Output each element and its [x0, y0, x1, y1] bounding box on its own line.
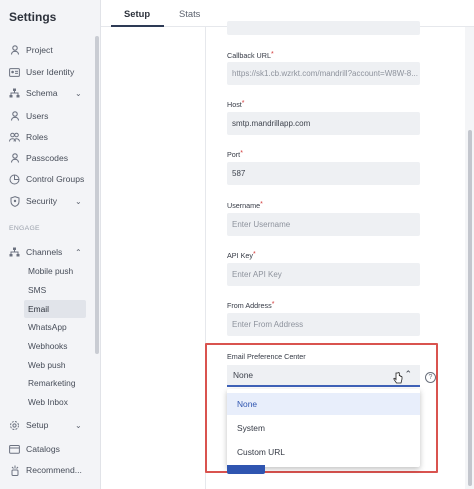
tab-stats[interactable]: Stats — [179, 8, 200, 19]
sidebar-title: Settings — [9, 10, 57, 24]
sidebar-item-catalogs[interactable]: Catalogs — [9, 440, 60, 458]
sidebar-item-label: Setup — [26, 420, 49, 430]
sidebar-subitem-whatsapp[interactable]: WhatsApp — [24, 318, 86, 336]
callback-url-field[interactable]: https://sk1.cb.wzrkt.com/mandrill?accoun… — [227, 62, 420, 85]
setup-icon — [9, 420, 20, 431]
pref-center-label: Email Preference Center — [227, 352, 306, 361]
dropdown-option-system[interactable]: System — [227, 417, 420, 439]
pref-center-selected-value: None — [233, 370, 254, 380]
sidebar-item-label: Channels — [26, 247, 63, 257]
sidebar-item-control-groups[interactable]: Control Groups — [9, 170, 84, 188]
passcodes-icon — [9, 153, 20, 164]
port-label: Port* — [227, 150, 243, 159]
sidebar-subitem-remarketing[interactable]: Remarketing — [24, 374, 86, 392]
sidebar-item-project[interactable]: Project — [9, 41, 53, 59]
save-button[interactable] — [227, 465, 265, 474]
dropdown-option-none[interactable]: None — [227, 393, 420, 415]
main-content: Callback URL* https://sk1.cb.wzrkt.com/m… — [101, 21, 474, 489]
page-scrollbar-thumb[interactable] — [468, 130, 472, 486]
sidebar-item-label: User Identity — [26, 67, 75, 77]
catalogs-icon — [9, 444, 20, 455]
sidebar-item-label: Security — [26, 196, 58, 206]
sidebar-item-passcodes[interactable]: Passcodes — [9, 149, 68, 167]
pref-center-select[interactable]: None ⌃ — [227, 365, 420, 387]
from-address-label: From Address* — [227, 301, 275, 310]
roles-icon — [9, 132, 20, 143]
port-field[interactable]: 587 — [227, 162, 420, 185]
sidebar-item-label: Recommend... — [26, 465, 82, 475]
chevron-down-icon: ⌄ — [75, 88, 82, 98]
channels-icon — [9, 247, 20, 258]
sidebar-item-label: Passcodes — [26, 153, 69, 163]
previous-field[interactable] — [227, 21, 420, 35]
sidebar: Settings Project User Identity Schema ⌄ … — [0, 0, 101, 489]
sidebar-item-label: Project — [26, 45, 53, 55]
tab-setup[interactable]: Setup — [124, 8, 150, 19]
host-field[interactable]: smtp.mandrillapp.com — [227, 112, 420, 135]
sidebar-item-label: Catalogs — [26, 444, 60, 454]
from-address-input[interactable]: Enter From Address — [227, 313, 420, 336]
sidebar-scrollbar[interactable] — [95, 36, 99, 354]
sidebar-item-channels[interactable]: Channels ⌃ — [9, 243, 82, 261]
sidebar-subitem-sms[interactable]: SMS — [24, 281, 86, 299]
chevron-up-icon: ⌃ — [404, 369, 412, 379]
sidebar-subitem-mobile-push[interactable]: Mobile push — [24, 262, 86, 280]
sidebar-item-label: Roles — [26, 132, 48, 142]
sidebar-section-engage: ENGAGE — [9, 225, 40, 232]
project-icon — [9, 45, 20, 56]
chevron-up-icon: ⌃ — [75, 247, 82, 257]
sidebar-item-recommendations[interactable]: Recommend... — [9, 461, 82, 479]
help-icon[interactable]: ? — [425, 372, 436, 383]
sidebar-item-users[interactable]: Users — [9, 107, 48, 125]
dropdown-option-custom-url[interactable]: Custom URL — [227, 441, 420, 463]
username-input[interactable]: Enter Username — [227, 213, 420, 236]
username-label: Username* — [227, 201, 263, 210]
sidebar-subitem-web-push[interactable]: Web push — [24, 356, 86, 374]
control-groups-icon — [9, 174, 20, 185]
sidebar-item-security[interactable]: Security ⌄ — [9, 192, 82, 210]
users-icon — [9, 111, 20, 122]
api-key-label: API Key* — [227, 251, 256, 260]
callback-url-label: Callback URL* — [227, 51, 274, 60]
chevron-down-icon: ⌄ — [75, 420, 82, 430]
sidebar-item-schema[interactable]: Schema ⌄ — [9, 84, 82, 102]
chevron-down-icon: ⌄ — [75, 196, 82, 206]
host-label: Host* — [227, 100, 245, 109]
sidebar-item-label: Schema — [26, 88, 58, 98]
api-key-input[interactable]: Enter API Key — [227, 263, 420, 286]
sidebar-subitem-webhooks[interactable]: Webhooks — [24, 337, 86, 355]
security-icon — [9, 195, 20, 207]
sidebar-item-roles[interactable]: Roles — [9, 128, 48, 146]
recommend-icon — [9, 465, 20, 476]
pref-center-dropdown: None System Custom URL — [227, 389, 420, 467]
hand-cursor-icon — [393, 372, 403, 384]
user-identity-icon — [9, 67, 20, 78]
sidebar-item-label: Control Groups — [26, 174, 85, 184]
sidebar-subitem-email[interactable]: Email — [24, 300, 86, 318]
sidebar-item-user-identity[interactable]: User Identity — [9, 63, 74, 81]
sidebar-subitem-web-inbox[interactable]: Web Inbox — [24, 393, 86, 411]
sidebar-item-label: Users — [26, 111, 49, 121]
schema-icon — [9, 88, 20, 99]
sidebar-item-setup[interactable]: Setup ⌄ — [9, 416, 82, 434]
